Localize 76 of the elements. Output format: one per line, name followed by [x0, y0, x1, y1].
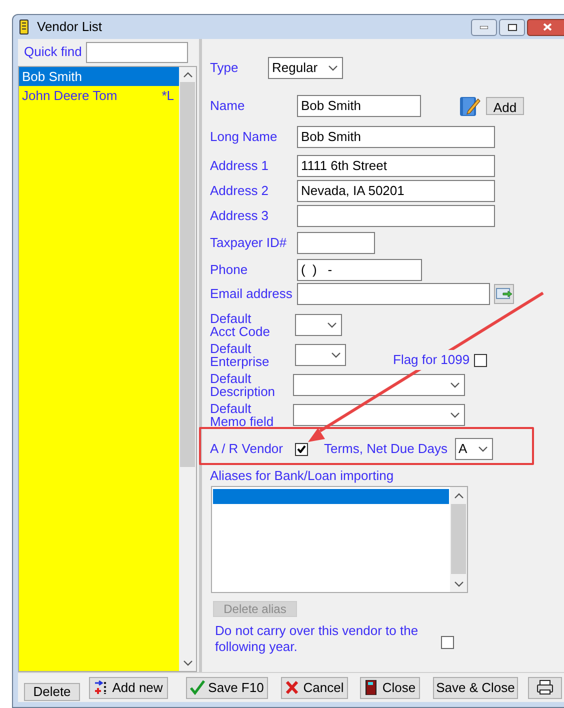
add-button[interactable]: Add	[486, 97, 524, 115]
scrollbar[interactable]	[179, 67, 196, 671]
field-label: Aliases for Bank/Loan importing	[210, 467, 394, 486]
dropdown[interactable]: A	[454, 438, 493, 460]
field-label: Flag for 1099	[393, 350, 470, 370]
field-label: Default Memo field	[210, 402, 275, 428]
field-label: Address 3	[210, 207, 270, 226]
scroll-down-icon	[454, 581, 464, 587]
text-field[interactable]: Bob Smith	[297, 126, 495, 148]
action-button[interactable]: Save & Close	[433, 676, 518, 698]
checkbox[interactable]	[295, 442, 308, 456]
field-label: A / R Vendor	[210, 440, 284, 458]
dropdown[interactable]	[293, 404, 465, 426]
dropdown[interactable]	[295, 314, 342, 336]
text-field[interactable]: 1111 6th Street	[297, 155, 495, 177]
field-label: Type	[210, 59, 240, 78]
text-field[interactable]: ( ) -	[297, 259, 422, 281]
dropdown[interactable]: Regular	[268, 57, 343, 79]
field-label: Name	[210, 97, 246, 116]
checkbox[interactable]	[441, 636, 454, 648]
save-button[interactable]: Save F10	[186, 676, 268, 698]
scroll-up-icon	[454, 493, 464, 499]
field-label: Address 2	[210, 182, 270, 200]
close-button[interactable]	[527, 18, 564, 36]
maximize-icon	[508, 24, 516, 30]
notepad-icon	[19, 19, 29, 35]
dropdown[interactable]	[295, 344, 346, 366]
quick-find-field[interactable]	[86, 42, 188, 62]
vendor-name: John Deere Tom	[22, 86, 118, 105]
field-label: Address 1	[210, 157, 270, 176]
scroll-thumb[interactable]	[180, 82, 195, 467]
dropdown[interactable]	[293, 374, 465, 396]
send-email-button[interactable]	[494, 284, 514, 304]
scroll-up-icon	[182, 72, 192, 78]
field-label: Long Name	[210, 128, 278, 146]
field-label: Default Enterprise	[210, 342, 270, 368]
cancel-button[interactable]: Cancel	[281, 676, 348, 698]
scrollbar[interactable]	[450, 487, 467, 592]
action-button[interactable]: Delete	[24, 682, 80, 700]
notebook-pencil-icon	[459, 95, 481, 117]
print-button[interactable]	[528, 676, 562, 698]
vendor-name: Bob Smith	[22, 68, 82, 86]
field-label: Email address	[210, 285, 294, 304]
caret-icon	[478, 446, 488, 452]
checkmark-icon	[190, 680, 206, 695]
vendor-code-text: *L	[162, 86, 174, 105]
field-label: Default Acct Code	[210, 312, 271, 338]
quick-find-label: Quick find	[24, 43, 82, 62]
vendor-row[interactable]: Bob Smith	[19, 67, 179, 86]
minimize-icon	[480, 26, 488, 28]
printer-icon	[537, 680, 553, 695]
scroll-thumb[interactable]	[451, 504, 466, 574]
field-label: Do not carry over this vendor to the following year.	[215, 623, 420, 655]
caret-icon	[331, 352, 341, 358]
add-button[interactable]: Add new	[89, 676, 168, 698]
field-label: Default Description	[210, 372, 276, 398]
field-label: Taxpayer ID#	[210, 234, 288, 252]
caret-icon	[450, 412, 460, 418]
scroll-down-icon	[182, 660, 192, 666]
caret-icon	[328, 65, 338, 71]
text-field[interactable]: Bob Smith	[297, 95, 421, 117]
checkbox[interactable]	[474, 354, 487, 366]
field-label: Terms, Net Due Days	[324, 440, 448, 458]
vendor-row[interactable]: John Deere Tom *L	[19, 86, 179, 105]
field-label: Phone	[210, 261, 249, 280]
text-field[interactable]	[297, 232, 375, 254]
close-button[interactable]: Close	[360, 676, 420, 698]
text-field[interactable]	[297, 283, 490, 305]
maximize-button[interactable]	[499, 18, 525, 36]
caret-icon	[450, 382, 460, 388]
text-field[interactable]: Nevada, IA 50201	[297, 180, 495, 202]
close-icon	[542, 23, 552, 31]
text-field[interactable]	[297, 205, 495, 227]
caret-icon	[327, 322, 337, 328]
window-title: Vendor List	[37, 18, 102, 36]
minimize-button[interactable]	[471, 18, 497, 36]
